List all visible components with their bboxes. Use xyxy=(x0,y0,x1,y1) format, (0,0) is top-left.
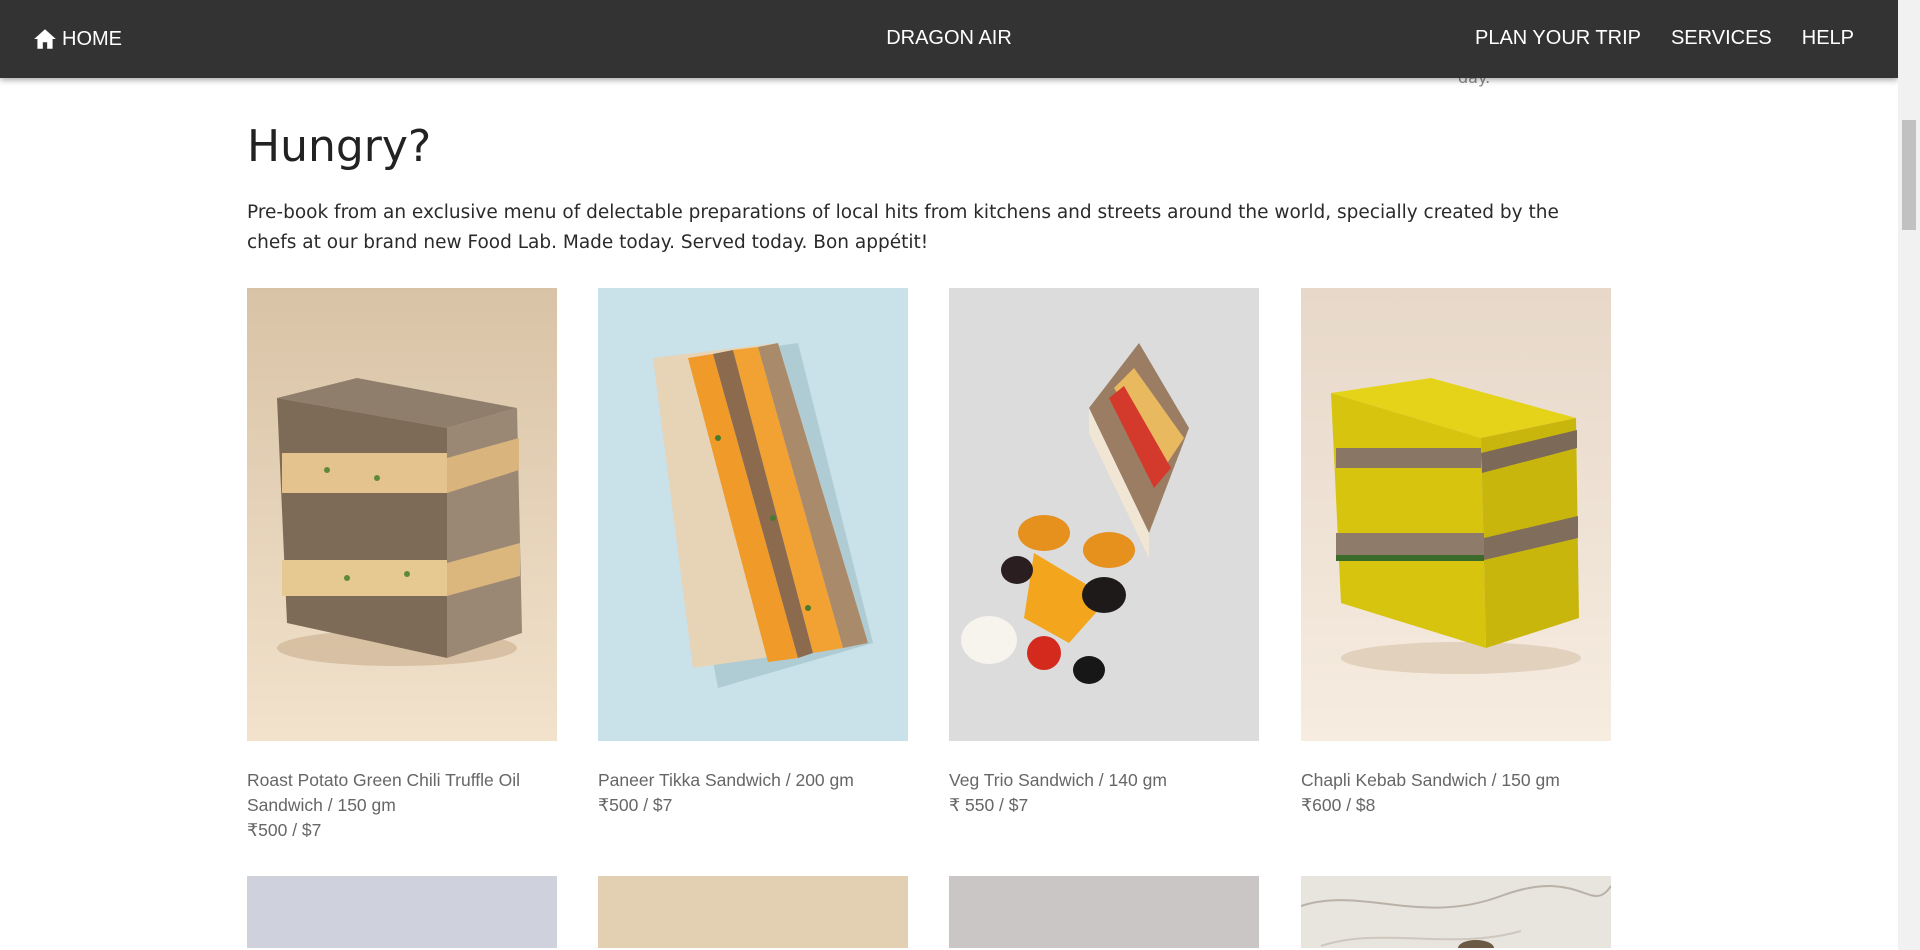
menu-item-card[interactable]: Paneer Tikka Sandwich / 200 gm ₹500 / $7 xyxy=(598,288,908,818)
menu-item-title: Paneer Tikka Sandwich / 200 gm xyxy=(598,770,854,790)
section-title: Hungry? xyxy=(247,121,432,172)
menu-item-card[interactable] xyxy=(949,876,1259,948)
menu-item-title: Roast Potato Green Chili Truffle Oil San… xyxy=(247,770,520,815)
menu-item-card[interactable] xyxy=(1301,876,1611,948)
menu-item-image xyxy=(598,876,908,948)
menu-item-card[interactable] xyxy=(247,876,557,948)
menu-item-card[interactable] xyxy=(598,876,908,948)
home-icon xyxy=(34,29,56,49)
home-label: HOME xyxy=(62,27,122,50)
sandwich-yellow-stacked-image xyxy=(1301,288,1611,741)
scrollbar-thumb[interactable] xyxy=(1902,120,1916,230)
menu-item-image xyxy=(949,876,1259,948)
menu-item-card[interactable]: Chapli Kebab Sandwich / 150 gm ₹600 / $8 xyxy=(1301,288,1611,818)
sandwich-brown-stacked-image xyxy=(247,288,557,741)
brand-title[interactable]: DRAGON AIR xyxy=(886,27,1012,49)
nav-help[interactable]: HELP xyxy=(1802,27,1854,50)
menu-item-price: ₹600 / $8 xyxy=(1301,795,1376,815)
sandwich-with-fruits-image xyxy=(949,288,1259,741)
section-intro: Pre-book from an exclusive menu of delec… xyxy=(247,202,1559,254)
menu-item-title: Veg Trio Sandwich / 140 gm xyxy=(949,770,1167,790)
menu-item-card[interactable]: Veg Trio Sandwich / 140 gm ₹ 550 / $7 xyxy=(949,288,1259,818)
menu-item-price: ₹500 / $7 xyxy=(247,820,322,840)
nav-services[interactable]: SERVICES xyxy=(1671,27,1772,50)
page: HOME DRAGON AIR PLAN YOUR TRIP SERVICES … xyxy=(0,0,1898,948)
menu-item-price: ₹500 / $7 xyxy=(598,795,673,815)
menu-item-card[interactable]: Roast Potato Green Chili Truffle Oil San… xyxy=(247,288,557,843)
nav-plan-your-trip[interactable]: PLAN YOUR TRIP xyxy=(1475,27,1641,50)
menu-item-title: Chapli Kebab Sandwich / 150 gm xyxy=(1301,770,1560,790)
menu-section: Hungry? Pre-book from an exclusive menu … xyxy=(247,78,1611,948)
home-link[interactable]: HOME xyxy=(32,26,122,52)
vertical-scrollbar[interactable] xyxy=(1898,0,1920,950)
menu-item-price: ₹ 550 / $7 xyxy=(949,795,1029,815)
menu-item-image xyxy=(1301,876,1611,948)
sandwich-triangle-orange-image xyxy=(598,288,908,741)
top-navbar: HOME DRAGON AIR PLAN YOUR TRIP SERVICES … xyxy=(0,0,1898,78)
menu-item-image xyxy=(247,876,557,948)
nav-links: PLAN YOUR TRIP SERVICES HELP xyxy=(1475,27,1854,50)
